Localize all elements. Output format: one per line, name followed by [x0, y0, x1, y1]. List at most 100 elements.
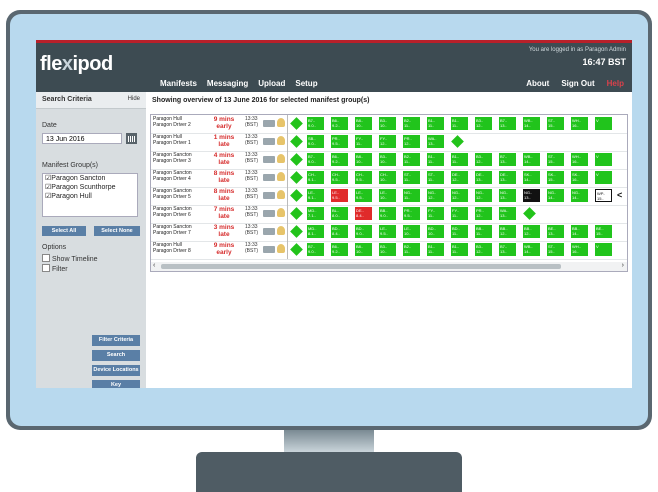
- stop-cell[interactable]: WH.. 16..: [571, 153, 588, 166]
- hide-link[interactable]: Hide: [128, 96, 140, 102]
- filter-criteria-button[interactable]: Filter Criteria: [92, 335, 140, 346]
- stop-cell[interactable]: WA.. 13..: [427, 135, 444, 148]
- stop-cell[interactable]: B3.. 10..: [379, 243, 396, 256]
- driver-row[interactable]: Paragon Hull Paragon Driver 2 9 mins earl…: [151, 115, 627, 134]
- stop-cell[interactable]: CH.. 10..: [379, 171, 396, 184]
- stop-cell[interactable]: FY.. 12..: [379, 135, 396, 148]
- stop-cell[interactable]: BE.. 13..: [547, 225, 564, 238]
- map-pin-icon[interactable]: [277, 118, 285, 127]
- date-input[interactable]: 13 Jun 2016: [42, 133, 122, 144]
- stop-cell[interactable]: V: [595, 171, 612, 184]
- driver-row[interactable]: Paragon Sancton Paragon Driver 5 8 mins l…: [151, 187, 627, 206]
- nav-help[interactable]: Help: [607, 79, 624, 88]
- stop-cell[interactable]: BD.. 11..: [451, 225, 468, 238]
- flexipod-logo[interactable]: flexipod: [40, 53, 113, 76]
- stop-cell[interactable]: B3.. 12..: [475, 153, 492, 166]
- driver-row[interactable]: Paragon Sancton Paragon Driver 3 4 mins l…: [151, 151, 627, 170]
- stop-cell[interactable]: B6.. 9.2..: [331, 153, 348, 166]
- stop-cell[interactable]: B1.. 11..: [451, 153, 468, 166]
- map-pin-icon[interactable]: [277, 244, 285, 253]
- stop-cell[interactable]: B1.. 11..: [427, 243, 444, 256]
- search-button[interactable]: Search: [92, 350, 140, 361]
- stop-cell[interactable]: NG.. 13..: [499, 189, 516, 202]
- stop-cell[interactable]: B3.. 10..: [379, 153, 396, 166]
- stop-cell[interactable]: B8.. 10..: [355, 243, 372, 256]
- stop-cell[interactable]: B7.. 13..: [499, 243, 516, 256]
- stop-cell[interactable]: DE.. 13..: [475, 171, 492, 184]
- nav-sign-out[interactable]: Sign Out: [561, 79, 594, 88]
- map-pin-icon[interactable]: [277, 172, 285, 181]
- stop-cell[interactable]: CH.. 9.5..: [331, 171, 348, 184]
- driver-row[interactable]: Paragon Sancton Paragon Driver 7 3 mins l…: [151, 223, 627, 242]
- start-diamond-icon[interactable]: [290, 225, 303, 238]
- driver-row[interactable]: Paragon Hull Paragon Driver 8 9 mins earl…: [151, 241, 627, 260]
- stop-cell[interactable]: BE.. 15..: [595, 225, 612, 238]
- start-diamond-icon[interactable]: [290, 171, 303, 184]
- stop-cell[interactable]: BL.. 8.0..: [331, 207, 348, 220]
- stop-cell[interactable]: MD.. 8.1..: [307, 225, 324, 238]
- show-timeline-option[interactable]: Show Timeline: [42, 254, 98, 263]
- start-diamond-icon[interactable]: [290, 135, 303, 148]
- truck-icon[interactable]: [263, 192, 275, 199]
- stop-cell[interactable]: CH.. 9.5..: [355, 171, 372, 184]
- stop-cell[interactable]: LE.. 9.5..: [379, 225, 396, 238]
- stop-cell[interactable]: BB.. 14..: [571, 225, 588, 238]
- stop-cell[interactable]: B2.. 11..: [403, 153, 420, 166]
- stop-cell[interactable]: FY.. 11..: [355, 135, 372, 148]
- truck-icon[interactable]: [263, 228, 275, 235]
- start-diamond-icon[interactable]: [290, 117, 303, 130]
- select-none-button[interactable]: Select None: [94, 226, 140, 236]
- map-pin-icon[interactable]: [277, 190, 285, 199]
- stop-cell[interactable]: SK.. 16..: [571, 171, 588, 184]
- stop-cell[interactable]: LE.. 9.1..: [307, 189, 324, 202]
- stop-cell[interactable]: V: [595, 117, 612, 130]
- stop-cell[interactable]: LE.. 10..: [379, 189, 396, 202]
- map-pin-icon[interactable]: [277, 136, 285, 145]
- stop-cell[interactable]: BB.. 12..: [523, 225, 540, 238]
- map-pin-icon[interactable]: [277, 226, 285, 235]
- driver-row[interactable]: Paragon Sancton Paragon Driver 6 7 mins l…: [151, 205, 627, 224]
- stop-cell[interactable]: ST.. 15..: [547, 153, 564, 166]
- group-item[interactable]: ☑Paragon Sancton: [43, 174, 137, 183]
- stop-cell[interactable]: B2.. 11..: [403, 117, 420, 130]
- truck-icon[interactable]: [263, 156, 275, 163]
- nav-upload[interactable]: Upload: [258, 79, 285, 88]
- stop-cell[interactable]: ST.. 15..: [547, 243, 564, 256]
- stop-cell[interactable]: B8.. 10..: [355, 117, 372, 130]
- device-locations-button[interactable]: Device Locations: [92, 365, 140, 376]
- stop-cell[interactable]: LE.. 10..: [403, 225, 420, 238]
- start-diamond-icon[interactable]: [290, 189, 303, 202]
- scroll-thumb[interactable]: [161, 264, 561, 269]
- start-diamond-icon[interactable]: [290, 243, 303, 256]
- stop-cell[interactable]: NG.. 13..: [523, 189, 540, 202]
- stop-cell[interactable]: PR.. 9.5..: [403, 207, 420, 220]
- stop-cell[interactable]: V: [595, 153, 612, 166]
- stop-cell[interactable]: V: [595, 243, 612, 256]
- stop-cell[interactable]: B3.. 12..: [475, 243, 492, 256]
- checkbox-icon[interactable]: [42, 254, 50, 262]
- stop-cell[interactable]: BD.. 8.4..: [331, 225, 348, 238]
- stop-cell[interactable]: B7.. 9.0..: [307, 117, 324, 130]
- stop-cell[interactable]: DE.. 13..: [499, 171, 516, 184]
- stop-cell[interactable]: BD.. 9.0..: [355, 225, 372, 238]
- nav-messaging[interactable]: Messaging: [207, 79, 248, 88]
- truck-icon[interactable]: [263, 174, 275, 181]
- stop-cell[interactable]: PR.. 12..: [475, 207, 492, 220]
- scroll-right-icon[interactable]: ›: [622, 262, 624, 269]
- end-diamond-icon[interactable]: [523, 207, 536, 220]
- stop-cell[interactable]: B7.. 9.0..: [307, 243, 324, 256]
- checkbox-icon[interactable]: [42, 264, 50, 272]
- nav-setup[interactable]: Setup: [295, 79, 317, 88]
- truck-icon[interactable]: [263, 120, 275, 127]
- stop-cell[interactable]: B3.. 10..: [379, 117, 396, 130]
- stop-cell[interactable]: WB.. 14..: [523, 243, 540, 256]
- stop-cell[interactable]: SK.. 15..: [547, 171, 564, 184]
- stop-cell[interactable]: NG.. 14..: [571, 189, 588, 202]
- driver-row[interactable]: Paragon Sancton Paragon Driver 4 8 mins l…: [151, 169, 627, 188]
- stop-cell[interactable]: BB.. 12..: [499, 225, 516, 238]
- stop-cell[interactable]: CH.. 9.1..: [307, 171, 324, 184]
- scroll-left-icon[interactable]: ‹: [153, 262, 155, 269]
- stop-cell[interactable]: NG.. 11..: [403, 189, 420, 202]
- stop-cell[interactable]: WP.. 15..: [595, 189, 612, 202]
- group-item[interactable]: ☑Paragon Hull: [43, 192, 137, 201]
